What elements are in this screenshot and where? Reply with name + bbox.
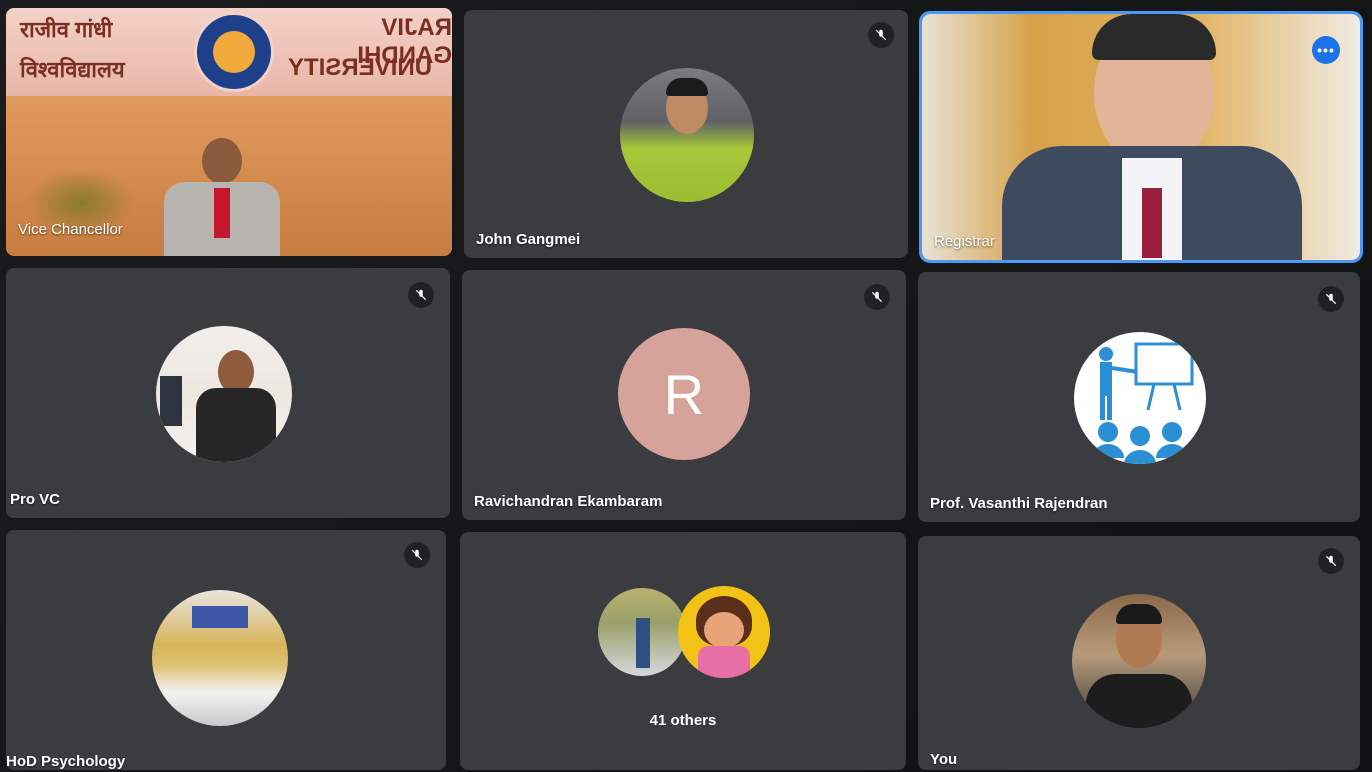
registrar-figure <box>1002 14 1302 260</box>
tile-hod-psychology[interactable]: HoD Psychology <box>6 530 446 770</box>
mic-off-icon <box>868 22 894 48</box>
tile-vice-chancellor[interactable]: राजीव गांधी विश्वविद्यालय RAJIV GANDHI U… <box>6 8 452 256</box>
tile-prof-vasanthi-rajendran[interactable]: Prof. Vasanthi Rajendran <box>918 272 1360 522</box>
participant-name: Pro VC <box>10 491 61 508</box>
participant-name: Ravichandran Ekambaram <box>474 493 663 510</box>
mic-off-icon <box>864 284 890 310</box>
presenter-icon <box>1074 332 1206 464</box>
avatar <box>598 588 686 676</box>
participant-name: John Gangmei <box>476 231 581 248</box>
others-count: 41 others <box>649 712 717 729</box>
banner-english-line2: UNIVERSITY <box>288 54 433 81</box>
participant-name: Vice Chancellor <box>18 221 123 238</box>
university-banner: राजीव गांधी विश्वविद्यालय RAJIV GANDHI U… <box>6 8 452 96</box>
tile-others[interactable]: 41 others <box>460 532 906 770</box>
avatar <box>152 590 288 726</box>
avatar <box>678 586 770 678</box>
avatar <box>1072 594 1206 728</box>
tile-ravichandran-ekambaram[interactable]: R Ravichandran Ekambaram <box>462 270 906 520</box>
university-logo <box>194 12 274 92</box>
participant-name: You <box>930 751 958 768</box>
avatar <box>156 326 292 462</box>
avatar <box>620 68 754 202</box>
mic-off-icon <box>1318 286 1344 312</box>
banner-hindi-line2: विश्वविद्यालय <box>20 57 125 82</box>
tile-you[interactable]: You <box>918 536 1360 770</box>
meeting-grid: राजीव गांधी विश्वविद्यालय RAJIV GANDHI U… <box>0 0 1372 772</box>
mic-off-icon <box>408 282 434 308</box>
more-options-icon[interactable]: ••• <box>1312 36 1340 64</box>
participant-name: HoD Psychology <box>6 753 126 770</box>
tile-pro-vc[interactable]: Pro VC <box>6 268 450 518</box>
mic-off-icon <box>1318 548 1344 574</box>
banner-hindi-line1: राजीव गांधी <box>20 17 113 42</box>
participant-name: Prof. Vasanthi Rajendran <box>930 495 1108 512</box>
vice-chancellor-figure <box>164 138 280 256</box>
participant-name: Registrar <box>934 233 995 250</box>
mic-off-icon <box>404 542 430 568</box>
tile-john-gangmei[interactable]: John Gangmei <box>464 10 908 258</box>
letter-avatar: R <box>618 328 750 460</box>
tile-registrar[interactable]: ••• Registrar <box>919 11 1363 263</box>
